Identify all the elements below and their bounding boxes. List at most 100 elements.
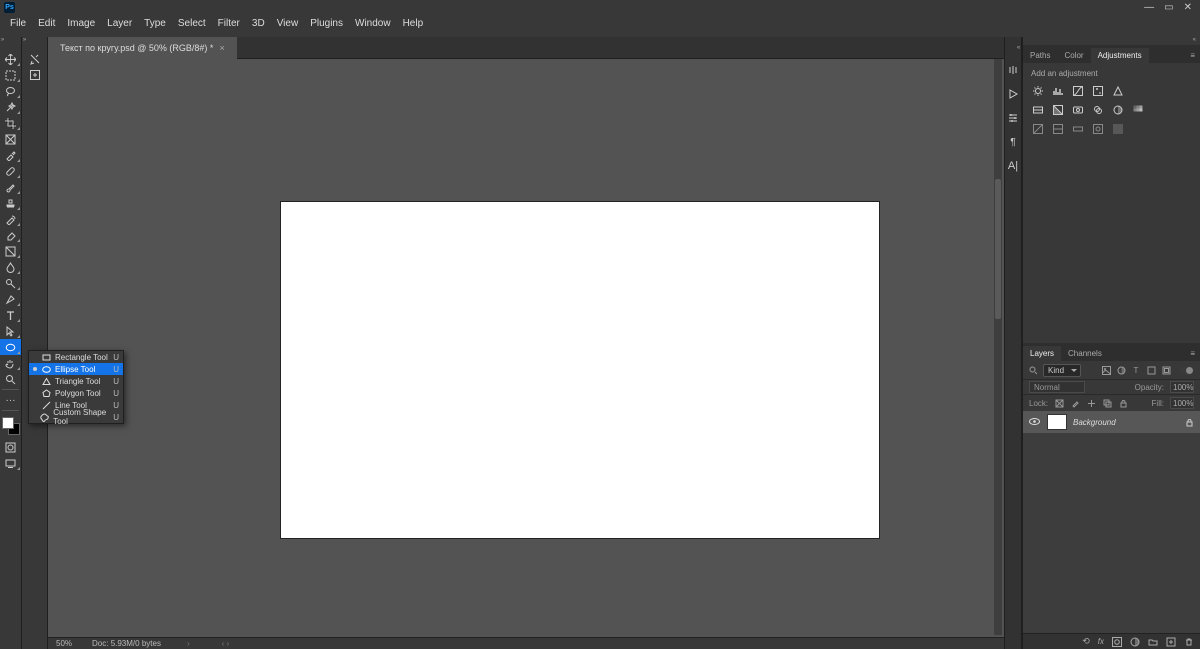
panel-menu-icon[interactable]: ≡ bbox=[1185, 48, 1200, 63]
solid-icon[interactable] bbox=[1111, 122, 1124, 135]
status-chevrons-icon[interactable]: ‹ › bbox=[222, 639, 230, 648]
photo-filter-icon[interactable] bbox=[1071, 103, 1084, 116]
menu-image[interactable]: Image bbox=[61, 18, 101, 29]
flyout-custom[interactable]: Custom Shape Tool U bbox=[29, 411, 123, 423]
filter-adjust-icon[interactable] bbox=[1116, 365, 1126, 375]
menu-view[interactable]: View bbox=[271, 18, 305, 29]
stamp-tool-icon[interactable] bbox=[0, 195, 21, 211]
flyout-triangle[interactable]: Triangle Tool U bbox=[29, 375, 123, 387]
vibrance-icon[interactable] bbox=[1111, 84, 1124, 97]
vertical-scrollbar[interactable] bbox=[994, 59, 1002, 635]
flyout-polygon[interactable]: Polygon Tool U bbox=[29, 387, 123, 399]
tab-layers[interactable]: Layers bbox=[1023, 346, 1061, 361]
filter-shape-icon[interactable] bbox=[1146, 365, 1156, 375]
menu-edit[interactable]: Edit bbox=[32, 18, 61, 29]
posterize-icon[interactable] bbox=[1131, 103, 1144, 116]
flyout-ellipse[interactable]: Ellipse Tool U bbox=[29, 363, 123, 375]
blur-tool-icon[interactable] bbox=[0, 259, 21, 275]
status-caret-icon[interactable]: › bbox=[187, 639, 190, 648]
lock-paint-icon[interactable] bbox=[1070, 398, 1080, 408]
filter-smart-icon[interactable] bbox=[1161, 365, 1171, 375]
path-select-tool-icon[interactable] bbox=[0, 323, 21, 339]
lock-all-icon[interactable] bbox=[1118, 398, 1128, 408]
filter-type-icon[interactable]: T bbox=[1131, 365, 1141, 375]
more-tools-icon[interactable]: ··· bbox=[0, 392, 21, 408]
bw-icon[interactable] bbox=[1051, 103, 1064, 116]
zoom-level[interactable]: 50% bbox=[56, 639, 72, 648]
screen-mode-icon[interactable] bbox=[0, 455, 21, 471]
brightness-icon[interactable] bbox=[1031, 84, 1044, 97]
actions-panel-icon[interactable] bbox=[1006, 87, 1020, 101]
collapse-panels-icon[interactable]: « bbox=[1193, 37, 1200, 45]
layer-thumbnail[interactable] bbox=[1047, 414, 1067, 430]
menu-select[interactable]: Select bbox=[172, 18, 212, 29]
hand-tool-icon[interactable] bbox=[0, 355, 21, 371]
collapse-left-icon[interactable]: « bbox=[1016, 45, 1021, 53]
tab-close-icon[interactable]: × bbox=[219, 43, 224, 53]
character-panel-icon[interactable]: A| bbox=[1006, 159, 1020, 173]
document-tab[interactable]: Текст по кругу.psd @ 50% (RGB/8#) * × bbox=[48, 37, 237, 59]
layers-menu-icon[interactable]: ≡ bbox=[1185, 346, 1200, 361]
menu-file[interactable]: File bbox=[4, 18, 32, 29]
layer-row[interactable]: Background bbox=[1023, 411, 1200, 433]
visibility-icon[interactable] bbox=[1029, 416, 1041, 428]
tab-channels[interactable]: Channels bbox=[1061, 346, 1109, 361]
brushes-panel-icon[interactable] bbox=[1006, 63, 1020, 77]
document-canvas[interactable] bbox=[280, 201, 880, 539]
filter-image-icon[interactable] bbox=[1101, 365, 1111, 375]
adj-layer-icon[interactable] bbox=[1130, 637, 1140, 647]
new-layer-icon[interactable] bbox=[1166, 637, 1176, 647]
move-tool-icon[interactable] bbox=[0, 51, 21, 67]
trash-icon[interactable] bbox=[1184, 637, 1194, 647]
fx-icon[interactable]: fx bbox=[1098, 637, 1104, 646]
channel-mixer-icon[interactable] bbox=[1091, 103, 1104, 116]
minimize-icon[interactable]: — bbox=[1144, 2, 1154, 13]
mask-icon[interactable] bbox=[1112, 637, 1122, 647]
eyedropper-tool-icon[interactable] bbox=[0, 147, 21, 163]
lasso-tool-icon[interactable] bbox=[0, 83, 21, 99]
menu-help[interactable]: Help bbox=[397, 18, 430, 29]
history-brush-tool-icon[interactable] bbox=[0, 211, 21, 227]
dodge-tool-icon[interactable] bbox=[0, 275, 21, 291]
exposure-icon[interactable] bbox=[1091, 84, 1104, 97]
close-icon[interactable]: ✕ bbox=[1184, 2, 1192, 13]
opacity-value[interactable]: 100% bbox=[1170, 381, 1194, 393]
doc-info[interactable]: Doc: 5.93M/0 bytes bbox=[92, 639, 161, 648]
maximize-icon[interactable]: ▭ bbox=[1164, 2, 1173, 13]
filter-toggle[interactable] bbox=[1180, 366, 1194, 375]
menu-window[interactable]: Window bbox=[349, 18, 397, 29]
menu-type[interactable]: Type bbox=[138, 18, 172, 29]
paragraph-panel-icon[interactable]: ¶ bbox=[1006, 135, 1020, 149]
type-tool-icon[interactable] bbox=[0, 307, 21, 323]
menu-layer[interactable]: Layer bbox=[101, 18, 138, 29]
flyout-rectangle[interactable]: Rectangle Tool U bbox=[29, 351, 123, 363]
shape-tool-icon[interactable] bbox=[0, 339, 21, 355]
properties-panel-icon[interactable] bbox=[1006, 111, 1020, 125]
hue-icon[interactable] bbox=[1031, 103, 1044, 116]
transform-tool-icon[interactable] bbox=[22, 67, 47, 83]
threshold-icon[interactable] bbox=[1051, 122, 1064, 135]
invert-icon[interactable] bbox=[1031, 122, 1044, 135]
marquee-tool-icon[interactable] bbox=[0, 67, 21, 83]
collapse-icon[interactable]: » bbox=[0, 37, 5, 45]
lock-pixels-icon[interactable] bbox=[1054, 398, 1064, 408]
lock-nest-icon[interactable] bbox=[1102, 398, 1112, 408]
color-lookup-icon[interactable] bbox=[1111, 103, 1124, 116]
heal-tool-icon[interactable] bbox=[0, 163, 21, 179]
menu-plugins[interactable]: Plugins bbox=[304, 18, 349, 29]
lock-pos-icon[interactable] bbox=[1086, 398, 1096, 408]
zoom-tool-icon[interactable] bbox=[0, 371, 21, 387]
levels-icon[interactable] bbox=[1051, 84, 1064, 97]
filter-kind-select[interactable]: Kind bbox=[1043, 364, 1081, 377]
menu-filter[interactable]: Filter bbox=[212, 18, 246, 29]
crop-tool-icon[interactable] bbox=[0, 115, 21, 131]
blend-mode-select[interactable]: Normal bbox=[1029, 381, 1085, 393]
wand-tool-icon[interactable] bbox=[0, 99, 21, 115]
tab-paths[interactable]: Paths bbox=[1023, 48, 1057, 63]
layer-name[interactable]: Background bbox=[1073, 418, 1116, 427]
gradient-tool-icon[interactable] bbox=[0, 243, 21, 259]
collapse-icon-2[interactable]: » bbox=[22, 37, 27, 45]
artboard-tool-icon[interactable] bbox=[22, 51, 47, 67]
fg-bg-color-swatch[interactable] bbox=[2, 417, 20, 435]
tab-adjustments[interactable]: Adjustments bbox=[1091, 48, 1149, 63]
